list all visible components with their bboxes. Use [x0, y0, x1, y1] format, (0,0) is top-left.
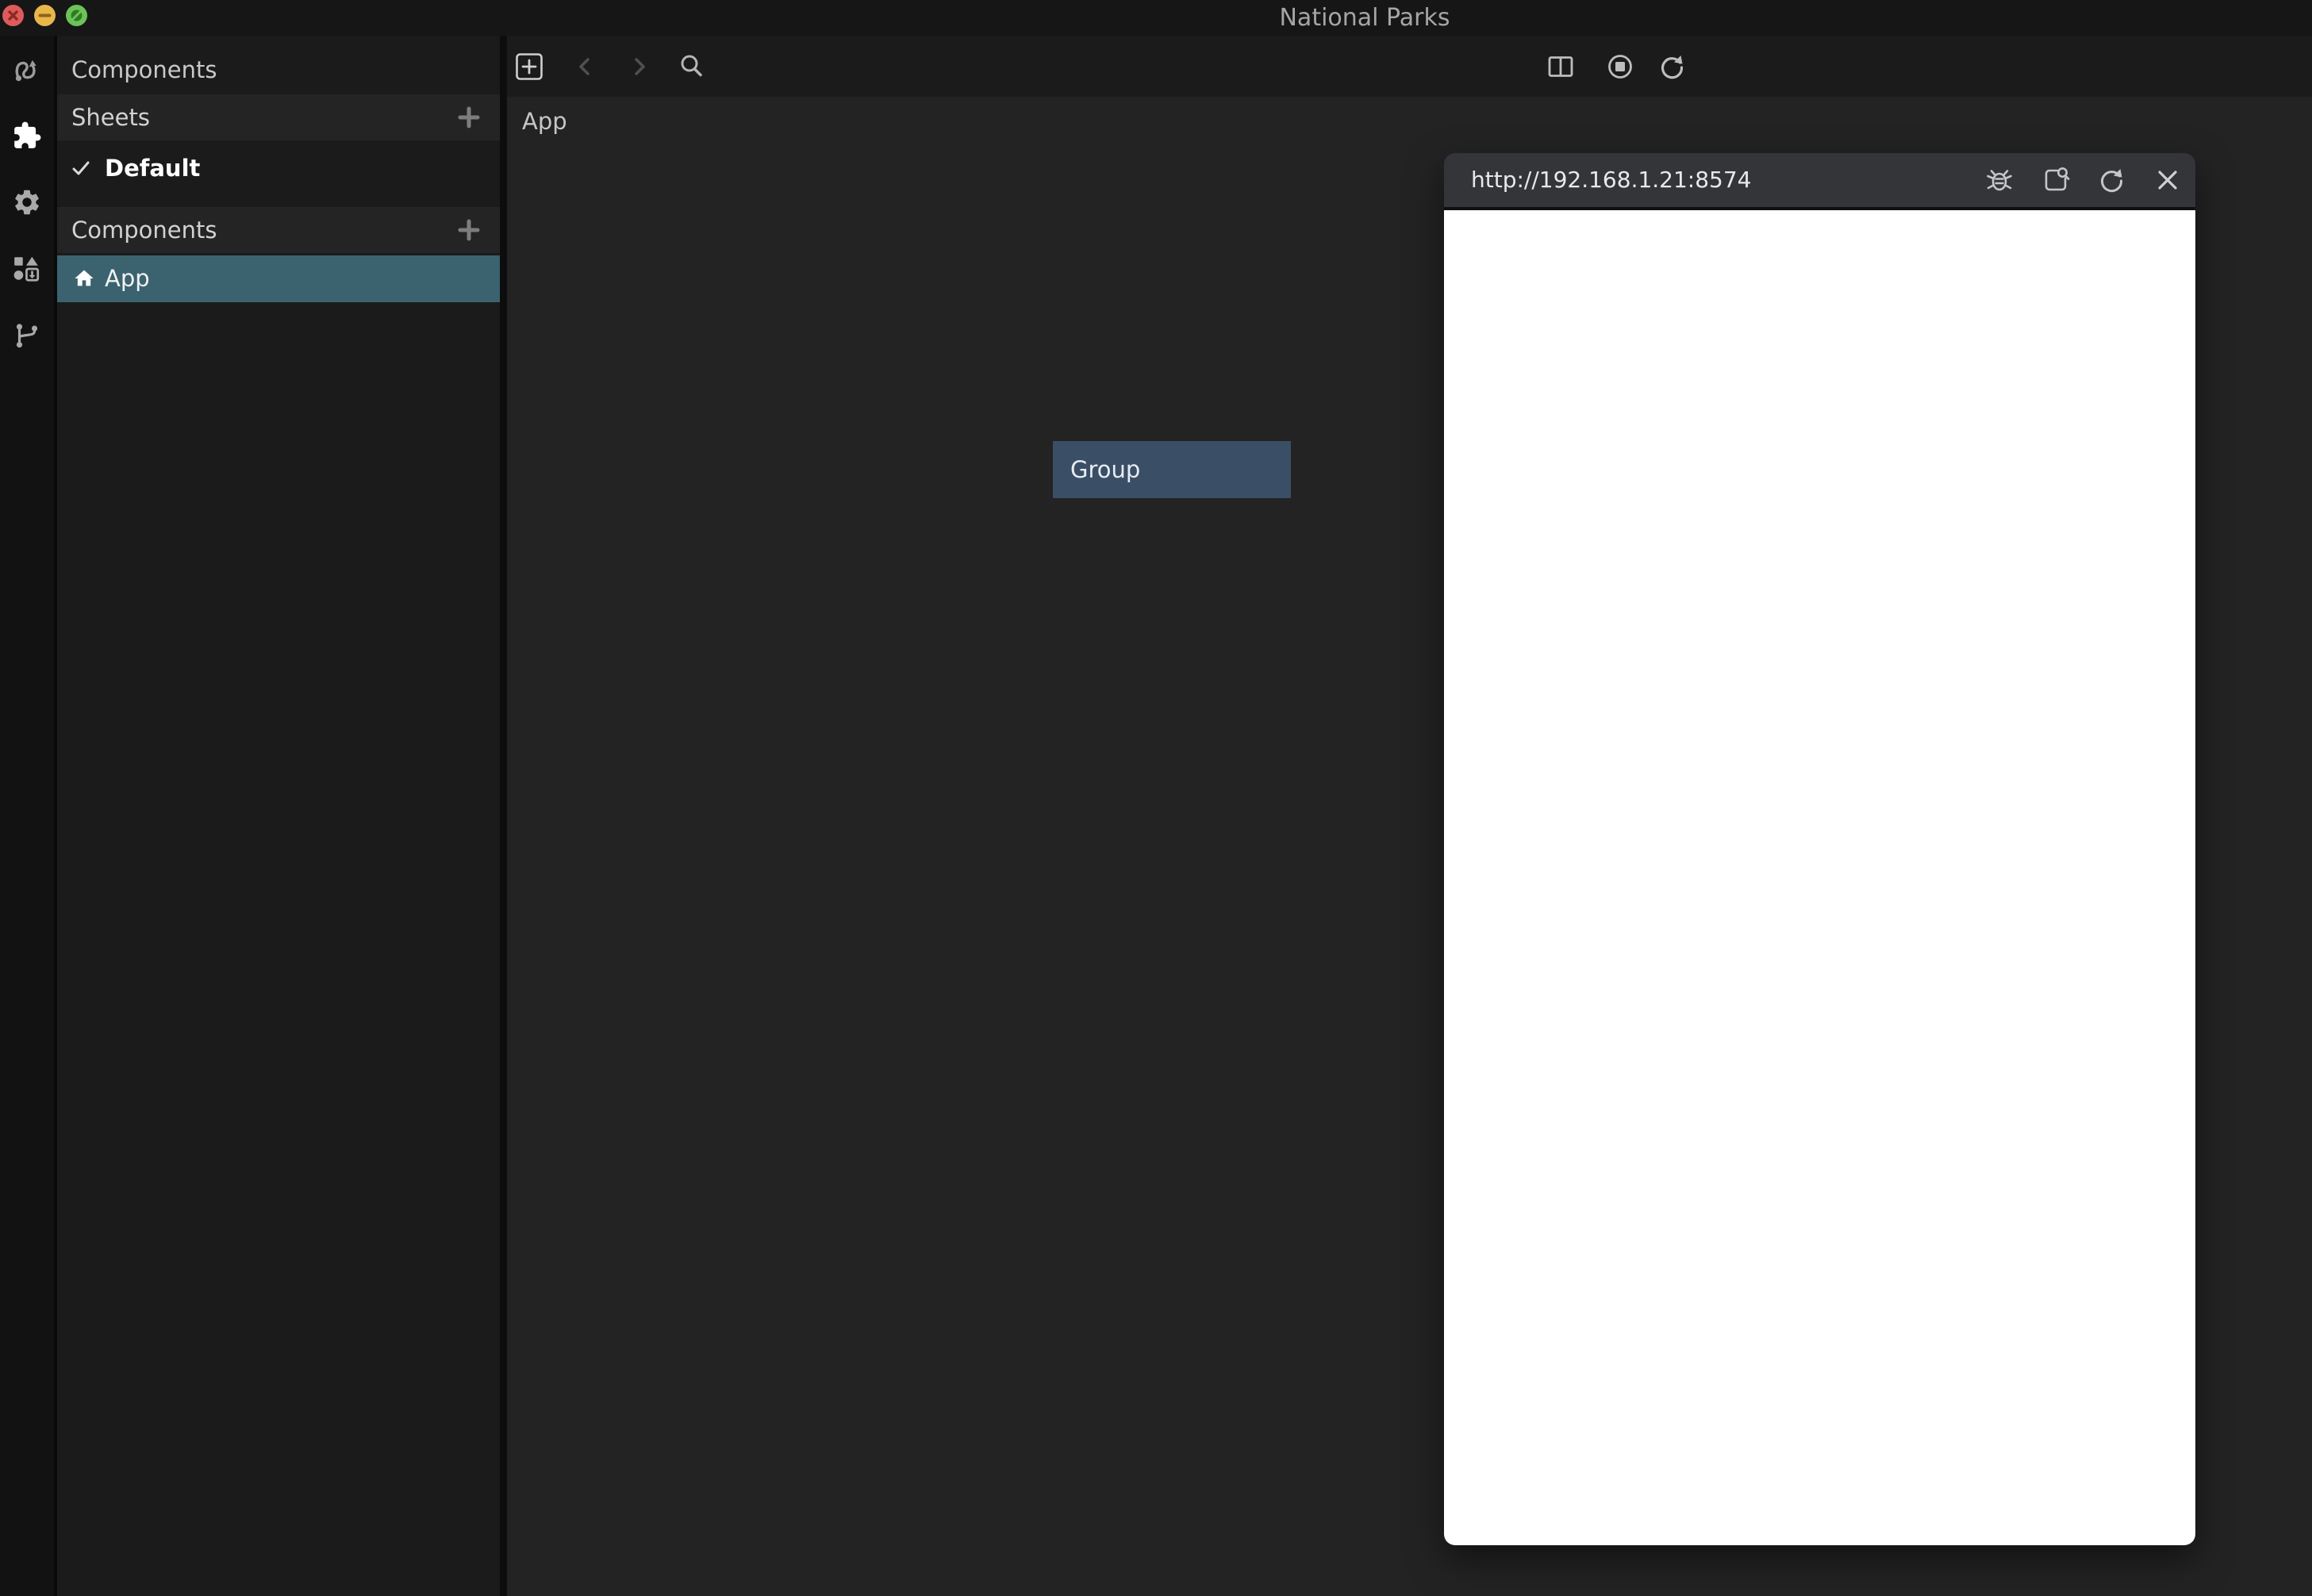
- sheet-item-default[interactable]: Default: [57, 145, 500, 191]
- breadcrumb[interactable]: App: [522, 108, 567, 135]
- section-header-sheets: Sheets: [57, 94, 500, 140]
- preview-header: http://192.168.1.21:8574: [1444, 153, 2195, 210]
- maximize-window-icon: [66, 5, 87, 26]
- close-window-button[interactable]: [2, 5, 24, 26]
- reload-preview-button[interactable]: [1657, 51, 1688, 82]
- activity-item-history[interactable]: [0, 302, 54, 369]
- search-icon[interactable]: [676, 51, 708, 82]
- navigate-forward-button[interactable]: [624, 51, 655, 82]
- add-component-button[interactable]: [455, 217, 482, 244]
- add-component-toolbar-button[interactable]: [513, 51, 545, 82]
- activity-item-tour[interactable]: [0, 36, 54, 102]
- window-controls: [2, 5, 87, 26]
- panel-divider: [500, 36, 507, 1596]
- minimize-window-button[interactable]: [34, 5, 56, 26]
- title-bar: National Parks: [0, 0, 2312, 36]
- maximize-window-button[interactable]: [66, 5, 87, 26]
- route-icon: [12, 54, 42, 84]
- activity-item-settings[interactable]: [0, 169, 54, 236]
- stop-preview-button[interactable]: [1604, 51, 1636, 82]
- close-icon[interactable]: [2152, 164, 2183, 196]
- puzzle-icon: [12, 121, 42, 151]
- group-widget[interactable]: Group: [1053, 441, 1291, 498]
- window-title: National Parks: [1279, 0, 1450, 36]
- navigate-back-button[interactable]: [569, 51, 601, 82]
- components-panel: Components Sheets Default Components App: [57, 36, 500, 1596]
- split-view-button[interactable]: [1545, 51, 1577, 82]
- debug-icon[interactable]: [1984, 164, 2015, 196]
- minimize-window-icon: [34, 5, 56, 26]
- preview-content: [1444, 210, 2195, 1545]
- preview-url[interactable]: http://192.168.1.21:8574: [1471, 153, 1752, 207]
- component-item-app[interactable]: App: [57, 255, 500, 302]
- sheet-item-label: Default: [105, 145, 200, 191]
- group-widget-label: Group: [1070, 441, 1140, 498]
- close-window-icon: [2, 5, 24, 26]
- activity-item-widgets[interactable]: [0, 236, 54, 302]
- gear-icon: [12, 187, 42, 217]
- section-header-components: Components: [57, 207, 500, 253]
- section-label-sheets: Sheets: [71, 94, 150, 140]
- shapes-icon: [12, 254, 42, 284]
- inspect-icon[interactable]: [2040, 164, 2072, 196]
- activity-bar: [0, 36, 57, 1596]
- component-item-label: App: [105, 255, 150, 301]
- panel-title: Components: [71, 56, 217, 83]
- canvas-toolbar: [507, 36, 2312, 97]
- activity-item-components[interactable]: [0, 102, 54, 169]
- check-icon: [70, 157, 92, 179]
- branch-icon: [12, 320, 42, 351]
- home-icon: [73, 267, 95, 290]
- reload-icon[interactable]: [2096, 164, 2128, 196]
- add-sheet-button[interactable]: [455, 104, 482, 131]
- section-label-components: Components: [71, 207, 217, 253]
- preview-window: http://192.168.1.21:8574: [1444, 153, 2195, 1545]
- design-canvas[interactable]: App Group http://192.168.1.21:8574: [507, 97, 2312, 1596]
